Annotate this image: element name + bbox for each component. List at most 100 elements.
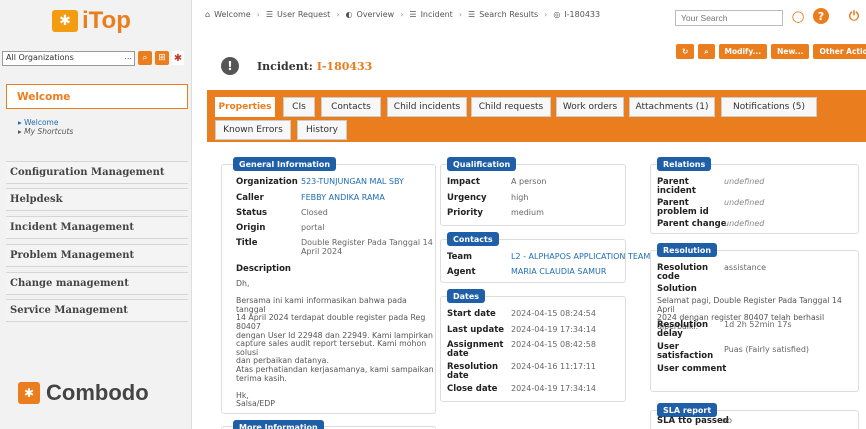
breadcrumb-welcome[interactable]: Welcome xyxy=(214,10,251,19)
breadcrumb-separator: › xyxy=(400,9,404,19)
assignment-date-label: Assignment date xyxy=(447,340,504,359)
tab-child-requests[interactable]: Child requests xyxy=(471,97,551,117)
urgency-label: Urgency xyxy=(447,193,487,203)
sidebar: ✱ iTop All Organizations ... ⌕ ⊞ ✱ Welco… xyxy=(0,0,192,429)
breadcrumb-search-results[interactable]: Search Results xyxy=(479,10,538,19)
welcome-link-label: Welcome xyxy=(24,118,59,127)
dates-legend: Dates xyxy=(447,289,486,303)
other-actions-button[interactable]: Other Actions ▾ xyxy=(813,44,866,59)
origin-value: portal xyxy=(301,223,325,232)
pin-icon[interactable]: ✱ xyxy=(172,51,184,65)
breadcrumb-user-request[interactable]: User Request xyxy=(277,10,330,19)
resolution-date-value: 2024-04-16 11:17:11 xyxy=(511,362,596,371)
agent-value[interactable]: MARIA CLAUDIA SAMUR xyxy=(511,267,606,277)
tab-attachments[interactable]: Attachments (1) xyxy=(629,97,715,117)
start-date-label: Start date xyxy=(447,309,496,319)
breadcrumb-incident[interactable]: Incident xyxy=(421,10,453,19)
team-label: Team xyxy=(447,252,473,262)
origin-label: Origin xyxy=(236,223,266,233)
search-input[interactable] xyxy=(675,10,783,26)
search-icon[interactable]: ○ xyxy=(790,7,806,25)
tab-cis[interactable]: CIs xyxy=(283,97,315,117)
tab-contacts[interactable]: Contacts xyxy=(321,97,381,117)
home-icon: ⌂ xyxy=(205,9,211,19)
help-icon[interactable]: ? xyxy=(813,8,829,24)
action-toolbar: ↻ ⌕ Modify... New... Other Actions ▾ xyxy=(676,44,866,59)
more-information-legend: More Information xyxy=(233,420,324,429)
team-value[interactable]: L2 - ALPHAPOS APPLICATION TEAM xyxy=(511,252,650,262)
breadcrumb-separator: › xyxy=(336,9,340,19)
status-value: Closed xyxy=(301,208,328,217)
agent-label: Agent xyxy=(447,267,476,277)
incident-prefix: Incident: xyxy=(257,60,313,73)
parent-problem-value: undefined xyxy=(724,198,765,207)
combodo-logo[interactable]: ✱ Combodo xyxy=(18,380,149,406)
page-title: Incident: I-180433 xyxy=(257,60,372,73)
tab-work-orders[interactable]: Work orders xyxy=(556,97,624,117)
resolution-code-value: assistance xyxy=(724,263,767,272)
menu-configuration-management[interactable]: Configuration Management xyxy=(6,161,188,184)
sla-tto-label: SLA tto passed xyxy=(657,416,729,426)
list-icon: ☰ xyxy=(409,9,417,19)
breadcrumb-separator: › xyxy=(544,9,548,19)
my-shortcuts-link[interactable]: ▸ My Shortcuts xyxy=(18,127,73,136)
parent-problem-label: Parent problem id xyxy=(657,198,709,217)
menu-change-management[interactable]: Change management xyxy=(6,272,188,295)
menu-helpdesk[interactable]: Helpdesk xyxy=(6,188,188,211)
user-satisfaction-value: Puas (Fairly satisfied) xyxy=(724,345,810,354)
priority-value: medium xyxy=(511,208,544,217)
organization-select[interactable]: All Organizations ... xyxy=(2,50,135,66)
resolution-date-label: Resolution date xyxy=(447,362,499,381)
welcome-link[interactable]: ▸ Welcome xyxy=(18,118,73,127)
breadcrumb-separator: › xyxy=(458,9,463,19)
status-label: Status xyxy=(236,208,268,218)
last-update-value: 2024-04-19 17:34:14 xyxy=(511,325,596,334)
title-value: Double Register Pada Tanggal 14 April 20… xyxy=(301,238,433,256)
tab-history[interactable]: History xyxy=(297,120,347,140)
combodo-logo-mark: ✱ xyxy=(18,382,40,404)
relations-legend: Relations xyxy=(657,157,712,171)
menu-problem-management[interactable]: Problem Management xyxy=(6,244,188,267)
organization-filter: All Organizations ... ⌕ ⊞ ✱ xyxy=(2,50,188,66)
incident-ref: I-180433 xyxy=(316,60,373,73)
itop-logo-mark: ✱ xyxy=(52,10,78,32)
itop-logo[interactable]: ✱ iTop xyxy=(52,6,131,36)
breadcrumb-overview[interactable]: Overview xyxy=(357,10,395,19)
welcome-links: ▸ Welcome ▸ My Shortcuts xyxy=(18,118,73,136)
user-satisfaction-label: User satisfaction xyxy=(657,342,714,361)
combodo-logo-text: Combodo xyxy=(46,380,149,405)
search-button[interactable]: ⌕ xyxy=(698,44,715,59)
modify-button[interactable]: Modify... xyxy=(718,44,768,59)
menu-incident-management[interactable]: Incident Management xyxy=(6,216,188,239)
parent-incident-value: undefined xyxy=(724,177,765,186)
urgency-value: high xyxy=(511,193,529,202)
logoff-icon[interactable]: ⏻ xyxy=(846,8,862,24)
resolution-legend: Resolution xyxy=(657,243,718,257)
tab-known-errors[interactable]: Known Errors xyxy=(215,120,291,140)
sla-report-legend: SLA report xyxy=(657,403,718,417)
caller-value[interactable]: FEBBY ANDIKA RAMA xyxy=(301,193,385,203)
impact-label: Impact xyxy=(447,177,480,187)
solution-label: Solution xyxy=(657,284,697,294)
refresh-button[interactable]: ↻ xyxy=(676,44,695,59)
organization-select-dots: ... xyxy=(124,51,132,61)
properties-panel: General Information Organization 523-TUN… xyxy=(207,142,866,429)
incident-icon: ! xyxy=(221,57,239,75)
my-shortcuts-label: My Shortcuts xyxy=(24,127,74,136)
org-search-icon[interactable]: ⌕ xyxy=(138,51,152,65)
tab-child-incidents[interactable]: Child incidents xyxy=(387,97,467,117)
new-button[interactable]: New... xyxy=(771,44,810,59)
menu-welcome[interactable]: Welcome xyxy=(6,84,188,109)
tab-notifications[interactable]: Notifications (5) xyxy=(721,97,817,117)
resolution-code-label: Resolution code xyxy=(657,263,709,282)
sla-tto-value: no xyxy=(722,416,732,425)
tab-properties[interactable]: Properties xyxy=(215,97,275,117)
object-icon: ◎ xyxy=(553,9,561,19)
parent-incident-label: Parent incident xyxy=(657,177,696,196)
breadcrumb-current[interactable]: I-180433 xyxy=(564,10,600,19)
organization-value[interactable]: 523-TUNJUNGAN MAL SBY xyxy=(301,177,404,187)
org-tree-icon[interactable]: ⊞ xyxy=(155,51,169,65)
resolution-delay-label: Resolution delay xyxy=(657,320,709,339)
priority-label: Priority xyxy=(447,208,483,218)
menu-service-management[interactable]: Service Management xyxy=(6,299,188,322)
